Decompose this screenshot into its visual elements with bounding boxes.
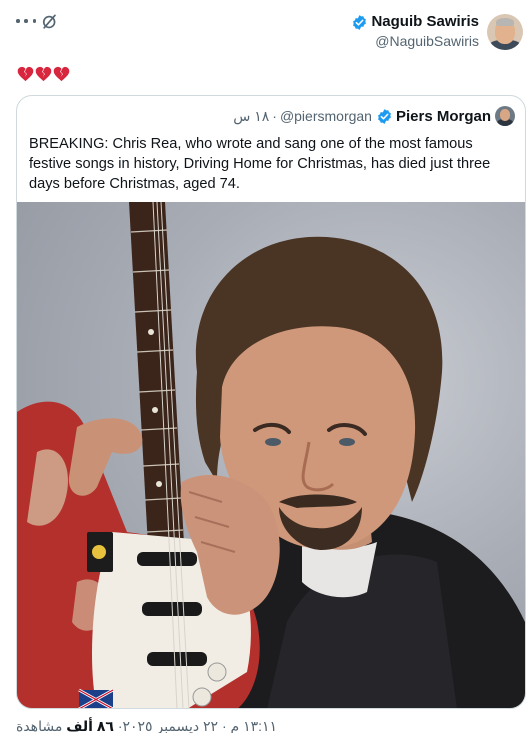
quoted-tweet-text: BREAKING: Chris Rea, who wrote and sang …: [29, 136, 491, 192]
quoted-author-handle[interactable]: @piersmorgan: [280, 108, 372, 124]
views-count: ٨٦ ألف: [66, 718, 114, 733]
grok-icon[interactable]: [40, 12, 60, 32]
tweet-timestamp[interactable]: ١٣:١١ م · ٢٢ ديسمبر ٢٠٢٥: [123, 718, 278, 733]
quoted-author-name[interactable]: Piers Morgan: [396, 108, 491, 125]
quoted-tweet-time[interactable]: ١٨ س: [233, 108, 269, 125]
musician-portrait-image: [17, 202, 525, 708]
broken-heart-emoji-icon: [35, 66, 52, 81]
views-label: مشاهدة: [16, 718, 67, 733]
tweet-text: [17, 64, 71, 84]
verified-badge-icon: [353, 14, 367, 30]
quoted-tweet-header: ١٨ س · @piersmorgan Piers Morgan: [233, 106, 515, 126]
meta-separator: ·: [113, 718, 123, 733]
author-avatar[interactable]: [487, 14, 523, 50]
more-options-button[interactable]: [16, 14, 36, 28]
tweet-header: Naguib Sawiris @NaguibSawiris: [0, 0, 531, 60]
quoted-author-avatar[interactable]: [495, 106, 515, 126]
author-names: Naguib Sawiris @NaguibSawiris: [351, 13, 479, 50]
quoted-tweet-separator: ·: [272, 108, 277, 124]
verified-badge-icon: [378, 108, 391, 124]
broken-heart-emoji-icon: [17, 66, 34, 81]
more-dots-icon: [16, 19, 20, 23]
quoted-tweet-card[interactable]: ١٨ س · @piersmorgan Piers Morgan BREAKIN…: [16, 95, 526, 709]
tweet-meta: ١٣:١١ م · ٢٢ ديسمبر ٢٠٢٥· ٨٦ ألف مشاهدة: [16, 718, 526, 733]
author-name[interactable]: Naguib Sawiris: [371, 13, 479, 31]
tweet-author[interactable]: Naguib Sawiris @NaguibSawiris: [351, 10, 523, 54]
quoted-tweet-photo[interactable]: [17, 202, 525, 708]
broken-heart-emoji-icon: [53, 66, 70, 81]
author-handle[interactable]: @NaguibSawiris: [351, 32, 479, 50]
